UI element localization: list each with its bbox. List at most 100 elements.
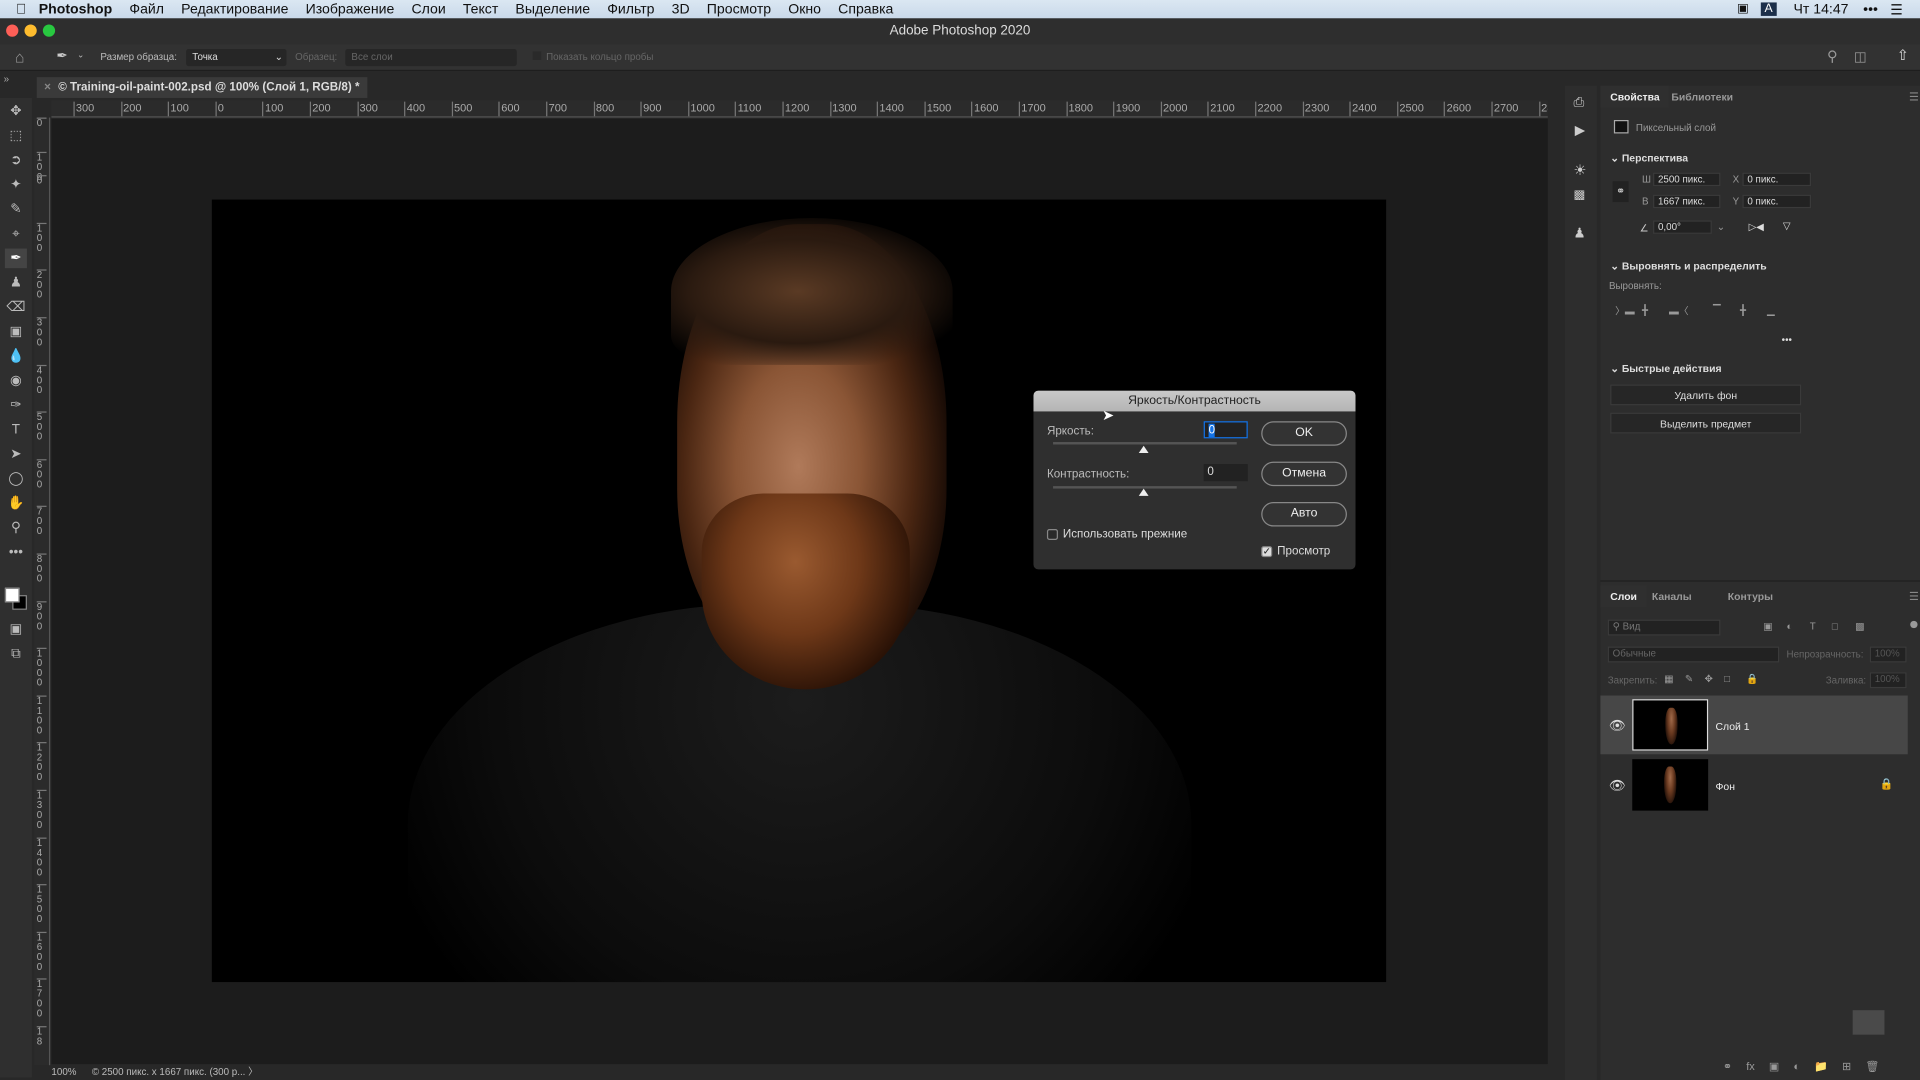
preview-checkbox[interactable]: ✓ [1261, 546, 1273, 558]
lock-transparent-icon[interactable]: ▦ [1664, 673, 1673, 684]
link-icon[interactable]: ⚭ [1612, 181, 1629, 203]
eraser-tool-icon[interactable]: ⌫ [5, 298, 27, 318]
hand-tool-icon[interactable]: ✋ [5, 493, 27, 513]
history-icon[interactable]: ⎙ [1573, 96, 1584, 112]
align-right-icon[interactable]: ▬〈 [1669, 305, 1689, 318]
filter-shape-icon[interactable]: □ [1832, 621, 1838, 632]
preview-label[interactable]: Просмотр [1277, 545, 1330, 558]
actions-play-icon[interactable]: ▶ [1575, 122, 1585, 139]
more-tools-icon[interactable]: ••• [5, 542, 27, 562]
ok-button[interactable]: OK [1261, 421, 1347, 446]
align-section-header[interactable]: ⌄ Выровнять и распределить [1610, 260, 1766, 273]
angle-field[interactable]: 0,00° [1653, 220, 1712, 234]
opacity-field[interactable]: 100% [1869, 646, 1907, 663]
sample-select[interactable]: Все слои [345, 48, 517, 67]
document-canvas-photo[interactable] [211, 199, 1387, 983]
fill-field[interactable]: 100% [1869, 672, 1907, 689]
height-field[interactable]: 1667 пикс. [1653, 194, 1721, 209]
foreground-color-swatch[interactable] [4, 587, 20, 603]
layer-row[interactable]: 👁 Фон 🔒 [1600, 756, 1907, 815]
close-tab-icon[interactable]: × [44, 81, 51, 94]
tab-paths[interactable]: Контуры [1718, 585, 1783, 607]
blur-tool-icon[interactable]: 💧 [5, 347, 27, 367]
perspective-section-header[interactable]: ⌄ Перспектива [1610, 152, 1688, 165]
menu-edit[interactable]: Редактирование [181, 2, 288, 17]
marquee-tool-icon[interactable]: ⬚ [5, 126, 27, 146]
pen-tool-icon[interactable]: ✑ [5, 396, 27, 416]
quick-mask-icon[interactable]: ▣ [5, 620, 27, 640]
menu-select[interactable]: Выделение [515, 2, 590, 17]
menu-file[interactable]: Файл [129, 2, 164, 17]
filter-type-icon[interactable]: T [1810, 621, 1816, 632]
visibility-eye-icon[interactable]: 👁 [1609, 778, 1626, 794]
path-select-tool-icon[interactable]: ➤ [5, 444, 27, 464]
visibility-eye-icon[interactable]: 👁 [1609, 718, 1626, 734]
tab-channels[interactable]: Каналы [1642, 585, 1701, 607]
filter-adjustment-icon[interactable]: ◐ [1787, 621, 1793, 632]
link-layers-icon[interactable]: ⚭ [1723, 1060, 1732, 1072]
align-left-icon[interactable]: 〉▬ [1615, 305, 1635, 318]
brush-tool-icon[interactable]: ✎ [5, 200, 27, 220]
tab-properties[interactable]: Свойства [1600, 85, 1670, 108]
panel-menu-icon[interactable]: ☰ [1909, 91, 1919, 104]
contrast-input[interactable]: 0 [1203, 464, 1248, 482]
lock-image-icon[interactable]: ✎ [1685, 673, 1693, 684]
menu-window[interactable]: Окно [788, 2, 821, 17]
screen-mode-icon[interactable]: ⧉ [5, 644, 27, 664]
lasso-tool-icon[interactable]: ➲ [5, 151, 27, 171]
quick-actions-header[interactable]: ⌄ Быстрые действия [1610, 362, 1721, 375]
share-icon[interactable]: ⇧ [1897, 47, 1909, 64]
align-top-icon[interactable]: ▔ [1713, 305, 1721, 316]
vertical-ruler[interactable]: 0 100 0 100 200 300 400 500 600 700 800 900 1000 1100… [34, 117, 51, 1066]
width-field[interactable]: 2500 пикс. [1653, 172, 1721, 187]
filter-smart-object-icon[interactable]: ▩ [1855, 621, 1864, 632]
use-legacy-label[interactable]: Использовать прежние [1063, 528, 1187, 541]
align-center-h-icon[interactable]: ╋ [1642, 305, 1648, 316]
angle-dropdown-icon[interactable]: ⌄ [1717, 222, 1725, 233]
lock-all-icon[interactable]: 🔒 [1746, 673, 1758, 684]
panel-resize-handle[interactable] [1852, 1010, 1885, 1035]
dodge-tool-icon[interactable]: ◉ [5, 371, 27, 391]
search-icon[interactable]: ⚲ [1827, 48, 1838, 65]
auto-button[interactable]: Авто [1261, 502, 1347, 527]
crop-tool-icon[interactable]: ⌖ [5, 224, 27, 244]
histogram-icon[interactable]: ▩ [1573, 189, 1585, 202]
camera-icon[interactable]: ▣ [1737, 2, 1749, 15]
filter-toggle[interactable] [1910, 620, 1918, 629]
close-window-button[interactable] [6, 24, 19, 37]
layers-menu-icon[interactable]: ☰ [1909, 590, 1919, 603]
more-icon[interactable]: ••• [1863, 2, 1878, 17]
brightness-slider-track[interactable] [1053, 442, 1237, 445]
layer-name[interactable]: Фон [1716, 780, 1735, 792]
eyedropper-tool-icon[interactable]: ✒ [56, 48, 67, 64]
new-layer-icon[interactable]: ⊞ [1842, 1060, 1851, 1072]
tab-libraries[interactable]: Библиотеки [1662, 86, 1743, 108]
zoom-level[interactable]: 100% [51, 1065, 76, 1080]
dialog-title[interactable]: Яркость/Контрастность [1033, 390, 1356, 412]
filter-pixel-icon[interactable]: ▣ [1763, 621, 1772, 632]
horizontal-ruler[interactable]: 300 200 100 0 100 200 300 400 500 600 700 800 900 100… [51, 100, 1548, 118]
add-mask-icon[interactable]: ▣ [1769, 1060, 1779, 1072]
home-icon[interactable]: ⌂ [15, 48, 25, 66]
tab-layers[interactable]: Слои [1600, 585, 1647, 608]
minimize-window-button[interactable] [24, 24, 37, 37]
layer-name[interactable]: Слой 1 [1716, 720, 1750, 732]
menu-layers[interactable]: Слои [411, 2, 445, 17]
document-tab[interactable]: × © Training-oil-paint-002.psd @ 100% (Сл… [36, 77, 368, 98]
lock-artboard-icon[interactable]: □ [1724, 673, 1730, 684]
clock[interactable]: Чт 14:47 [1793, 2, 1848, 17]
x-field[interactable]: 0 пикс. [1742, 172, 1812, 187]
more-align-button[interactable]: ••• [1782, 334, 1792, 345]
sample-size-select[interactable]: Точка ⌄ [186, 48, 287, 67]
use-legacy-checkbox[interactable] [1046, 528, 1058, 541]
menu-help[interactable]: Справка [838, 2, 893, 17]
flip-horizontal-icon[interactable]: ▷◀ [1749, 222, 1764, 233]
magic-wand-tool-icon[interactable]: ✦ [5, 175, 27, 195]
collapse-panel-icon[interactable]: » [4, 73, 9, 84]
input-source-badge[interactable]: A [1760, 2, 1777, 16]
menu-type[interactable]: Текст [463, 2, 498, 17]
show-ring-checkbox[interactable] [532, 51, 542, 61]
contrast-slider-thumb[interactable] [1138, 488, 1149, 496]
adjustments-icon[interactable]: ☀ [1573, 162, 1586, 179]
fx-icon[interactable]: fx [1746, 1060, 1755, 1072]
